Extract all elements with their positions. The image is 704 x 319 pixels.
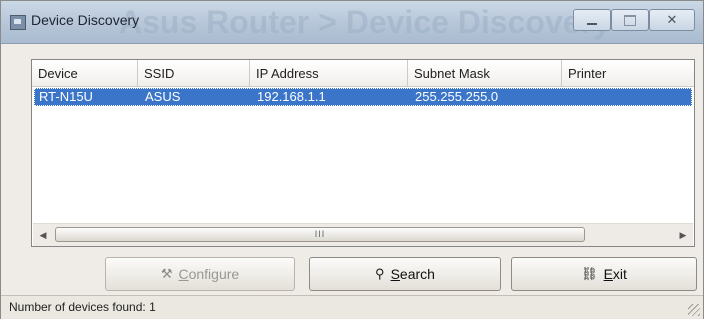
- configure-icon: ⚒: [160, 266, 173, 281]
- window-title: Device Discovery: [31, 12, 140, 28]
- column-header-printer[interactable]: Printer: [562, 60, 694, 86]
- device-list[interactable]: Device SSID IP Address Subnet Mask Print…: [31, 59, 695, 247]
- background-window-title: Asus Router > Device Discovery: [119, 4, 611, 40]
- exit-icon: ⛓: [581, 266, 598, 281]
- horizontal-scrollbar[interactable]: ◀ III ▶: [33, 223, 693, 246]
- maximize-button[interactable]: [611, 9, 649, 31]
- status-bar: Number of devices found: 1: [1, 295, 703, 319]
- scroll-left-icon[interactable]: ◀: [35, 227, 51, 243]
- column-header-ssid[interactable]: SSID: [138, 60, 250, 86]
- cell-device: RT-N15U: [39, 89, 93, 104]
- configure-mnemonic: C: [178, 266, 189, 282]
- column-header-ip-address[interactable]: IP Address: [250, 60, 408, 86]
- device-discovery-window: Asus Router > Device Discovery Device Di…: [0, 0, 704, 319]
- minimize-button[interactable]: [573, 9, 611, 31]
- configure-label: onfigure: [188, 266, 240, 282]
- close-button[interactable]: ✕: [649, 9, 695, 31]
- scroll-thumb[interactable]: III: [55, 227, 585, 242]
- column-header-subnet-mask[interactable]: Subnet Mask: [408, 60, 562, 86]
- title-bar[interactable]: Asus Router > Device Discovery Device Di…: [1, 1, 703, 44]
- exit-label: xit: [612, 266, 627, 282]
- search-icon: ⚲: [375, 266, 385, 281]
- search-mnemonic: S: [390, 266, 400, 282]
- scroll-right-icon[interactable]: ▶: [675, 227, 691, 243]
- table-row[interactable]: RT-N15U ASUS 192.168.1.1 255.255.255.0: [34, 88, 692, 106]
- close-icon: ✕: [666, 12, 678, 27]
- minimize-icon: [587, 23, 597, 25]
- cell-subnet-mask: 255.255.255.0: [415, 89, 499, 104]
- resize-grip-icon[interactable]: [688, 304, 700, 316]
- maximize-icon: [624, 14, 636, 26]
- configure-button[interactable]: ⚒ Configure: [105, 257, 295, 291]
- exit-mnemonic: E: [603, 266, 613, 282]
- column-header-row: Device SSID IP Address Subnet Mask Print…: [32, 60, 694, 87]
- status-text: Number of devices found: 1: [9, 300, 156, 314]
- cell-ip-address: 192.168.1.1: [257, 89, 326, 104]
- search-button[interactable]: ⚲ Search: [309, 257, 501, 291]
- exit-button[interactable]: ⛓ Exit: [511, 257, 697, 291]
- app-icon[interactable]: [10, 15, 26, 30]
- cell-ssid: ASUS: [145, 89, 181, 104]
- column-header-device[interactable]: Device: [32, 60, 138, 86]
- search-label: earch: [399, 266, 435, 282]
